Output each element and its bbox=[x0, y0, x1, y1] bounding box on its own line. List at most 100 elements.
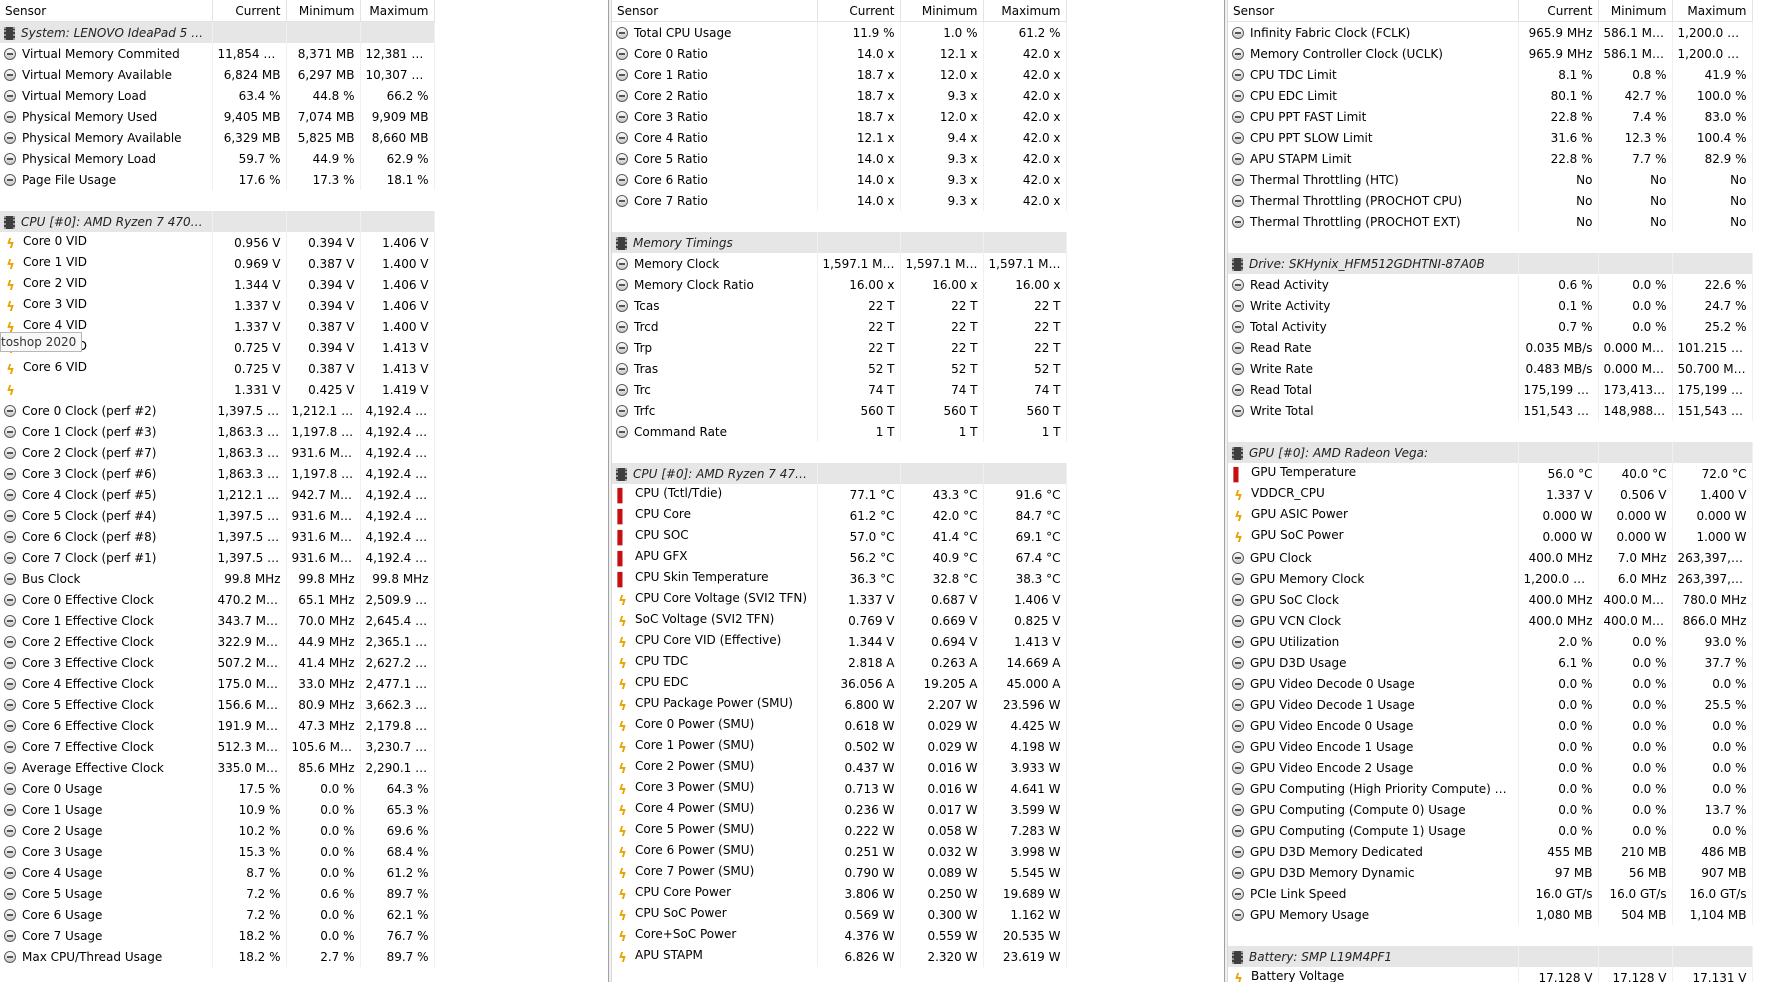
column-header-sensor[interactable]: Sensor bbox=[612, 0, 818, 22]
sensor-row[interactable]: Read Activity 0.6 % 0.0 % 22.6 % bbox=[1228, 274, 1753, 295]
group-header-row[interactable]: CPU [#0]: AMD Ryzen 7 4700U: Enhanced bbox=[612, 463, 1067, 484]
sensor-row[interactable]: Core 6 Ratio 14.0 x 9.3 x 42.0 x bbox=[612, 169, 1067, 190]
sensor-row[interactable]: Core 3 Clock (perf #6) 1,863.3 MHz 1,197.8… bbox=[0, 463, 435, 484]
sensor-row[interactable]: Thermal Throttling (PROCHOT CPU) No No No bbox=[1228, 190, 1753, 211]
sensor-row[interactable]: ϟ VDDCR_CPU 1.337 V 0.506 V 1.400 V bbox=[1228, 484, 1753, 505]
sensor-row[interactable]: APU STAPM Limit 22.8 % 7.7 % 82.9 % bbox=[1228, 148, 1753, 169]
sensor-row[interactable]: GPU Memory Usage 1,080 MB 504 MB 1,104 MB bbox=[1228, 904, 1753, 925]
sensor-row[interactable]: ▌ GPU Temperature 56.0 °C 40.0 °C 72.0 °C bbox=[1228, 463, 1753, 484]
sensor-row[interactable]: Virtual Memory Commited 11,854 MB 8,371 MB… bbox=[0, 43, 435, 64]
column-header-sensor[interactable]: Sensor bbox=[0, 0, 213, 22]
sensor-row[interactable]: CPU PPT FAST Limit 22.8 % 7.4 % 83.0 % bbox=[1228, 106, 1753, 127]
sensor-row[interactable]: ϟ CPU EDC 36.056 A 19.205 A 45.000 A bbox=[612, 673, 1067, 694]
sensor-row[interactable]: Core 0 Effective Clock 470.2 MHz 65.1 MHz 2… bbox=[0, 589, 435, 610]
sensor-row[interactable]: Core 4 Clock (perf #5) 1,212.1 MHz 942.7 M… bbox=[0, 484, 435, 505]
sensor-row[interactable]: Memory Clock 1,597.1 MHz 1,597.1 MHz 1,597.… bbox=[612, 253, 1067, 274]
sensor-row[interactable]: Infinity Fabric Clock (FCLK) 965.9 MHz 586… bbox=[1228, 21, 1753, 43]
group-header-row[interactable]: CPU [#0]: AMD Ryzen 7 4700U bbox=[0, 211, 435, 232]
sensor-row[interactable]: Core 5 Ratio 14.0 x 9.3 x 42.0 x bbox=[612, 148, 1067, 169]
sensor-row[interactable]: GPU Clock 400.0 MHz 7.0 MHz 263,397,3... bbox=[1228, 547, 1753, 568]
sensor-row[interactable]: Core 4 Effective Clock 175.0 MHz 33.0 MHz 2… bbox=[0, 673, 435, 694]
sensor-row[interactable]: ϟ Core 6 Power (SMU) 0.251 W 0.032 W 3.998 W bbox=[612, 841, 1067, 862]
sensor-row[interactable]: Core 6 Clock (perf #8) 1,397.5 MHz 931.6 M… bbox=[0, 526, 435, 547]
sensor-row[interactable]: ϟ GPU SoC Power 0.000 W 0.000 W 1.000 W bbox=[1228, 526, 1753, 547]
sensor-row[interactable]: ϟ Core 1 Power (SMU) 0.502 W 0.029 W 4.198 W bbox=[612, 736, 1067, 757]
column-header-minimum[interactable]: Minimum bbox=[900, 0, 984, 22]
column-header-maximum[interactable]: Maximum bbox=[983, 0, 1067, 22]
sensor-row[interactable]: PCIe Link Speed 16.0 GT/s 16.0 GT/s 16.0 GT… bbox=[1228, 883, 1753, 904]
sensor-row[interactable]: Core 3 Usage 15.3 % 0.0 % 68.4 % bbox=[0, 841, 435, 862]
sensor-row[interactable]: Memory Controller Clock (UCLK) 965.9 MHz 5… bbox=[1228, 43, 1753, 64]
sensor-row[interactable]: Core 1 Usage 10.9 % 0.0 % 65.3 % bbox=[0, 799, 435, 820]
sensor-row[interactable]: ϟ SoC Voltage (SVI2 TFN) 0.769 V 0.669 V 0.8… bbox=[612, 610, 1067, 631]
sensor-row[interactable]: ϟ Core 7 Power (SMU) 0.790 W 0.089 W 5.545 W bbox=[612, 862, 1067, 883]
sensor-row[interactable]: Physical Memory Available 6,329 MB 5,825 M… bbox=[0, 127, 435, 148]
sensor-row[interactable]: ϟ 1.331 V 0.425 V 1.419 V bbox=[0, 379, 435, 400]
sensor-row[interactable]: ϟ Core 2 VID 1.344 V 0.394 V 1.406 V bbox=[0, 274, 435, 295]
sensor-row[interactable]: Core 2 Usage 10.2 % 0.0 % 69.6 % bbox=[0, 820, 435, 841]
sensor-row[interactable]: ϟ Core+SoC Power 4.376 W 0.559 W 20.535 W bbox=[612, 925, 1067, 946]
sensor-row[interactable]: ϟ Core 0 VID 0.956 V 0.394 V 1.406 V bbox=[0, 232, 435, 253]
sensor-row[interactable]: Core 3 Effective Clock 507.2 MHz 41.4 MHz 2… bbox=[0, 652, 435, 673]
sensor-row[interactable]: Core 1 Ratio 18.7 x 12.0 x 42.0 x bbox=[612, 64, 1067, 85]
sensor-row[interactable]: GPU Video Encode 1 Usage 0.0 % 0.0 % 0.0 % bbox=[1228, 736, 1753, 757]
column-header-current[interactable]: Current bbox=[1518, 0, 1599, 22]
sensor-row[interactable]: Physical Memory Load 59.7 % 44.9 % 62.9 % bbox=[0, 148, 435, 169]
column-header-minimum[interactable]: Minimum bbox=[286, 0, 361, 22]
sensor-row[interactable]: ϟ Core 5 Power (SMU) 0.222 W 0.058 W 7.283 W bbox=[612, 820, 1067, 841]
sensor-row[interactable]: Physical Memory Used 9,405 MB 7,074 MB 9,90… bbox=[0, 106, 435, 127]
sensor-row[interactable]: Write Rate 0.483 MB/s 0.000 MB/s 50.700 MB/… bbox=[1228, 358, 1753, 379]
sensor-row[interactable]: GPU Computing (Compute 0) Usage 0.0 % 0.0 … bbox=[1228, 799, 1753, 820]
sensor-row[interactable]: Thermal Throttling (PROCHOT EXT) No No No bbox=[1228, 211, 1753, 232]
sensor-row[interactable]: ϟ Battery Voltage 17.128 V 17.128 V 17.131 V bbox=[1228, 967, 1753, 982]
sensor-row[interactable]: Command Rate 1 T1 T1 T bbox=[612, 421, 1067, 442]
sensor-row[interactable]: GPU Utilization 2.0 % 0.0 % 93.0 % bbox=[1228, 631, 1753, 652]
sensor-row[interactable]: GPU Video Encode 0 Usage 0.0 % 0.0 % 0.0 % bbox=[1228, 715, 1753, 736]
group-header-row[interactable]: Memory Timings bbox=[612, 232, 1067, 253]
sensor-row[interactable]: GPU Computing (Compute 1) Usage 0.0 % 0.0 … bbox=[1228, 820, 1753, 841]
sensor-row[interactable]: ▌ CPU Skin Temperature 36.3 °C 32.8 °C 38.3 … bbox=[612, 568, 1067, 589]
sensor-row[interactable]: Core 5 Clock (perf #4) 1,397.5 MHz 931.6 M… bbox=[0, 505, 435, 526]
sensor-row[interactable]: Bus Clock 99.8 MHz 99.8 MHz 99.8 MHz bbox=[0, 568, 435, 589]
sensor-row[interactable]: ϟ Core 4 Power (SMU) 0.236 W 0.017 W 3.599 W bbox=[612, 799, 1067, 820]
sensor-row[interactable]: Trfc 560 T 560 T 560 T bbox=[612, 400, 1067, 421]
sensor-row[interactable]: ϟ CPU TDC 2.818 A 0.263 A 14.669 A bbox=[612, 652, 1067, 673]
sensor-row[interactable]: Virtual Memory Load 63.4 % 44.8 % 66.2 % bbox=[0, 85, 435, 106]
sensor-row[interactable]: ϟ GPU ASIC Power 0.000 W 0.000 W 0.000 W bbox=[1228, 505, 1753, 526]
sensor-row[interactable]: CPU EDC Limit 80.1 % 42.7 % 100.0 % bbox=[1228, 85, 1753, 106]
sensor-row[interactable]: Read Rate 0.035 MB/s 0.000 MB/s 101.215 MB/… bbox=[1228, 337, 1753, 358]
sensor-row[interactable]: Tcas 22 T 22 T 22 T bbox=[612, 295, 1067, 316]
sensor-row[interactable]: Thermal Throttling (HTC) No No No bbox=[1228, 169, 1753, 190]
sensor-row[interactable]: ϟ CPU Core Voltage (SVI2 TFN) 1.337 V 0.687… bbox=[612, 589, 1067, 610]
sensor-row[interactable]: ϟ CPU Core Power 3.806 W 0.250 W 19.689 W bbox=[612, 883, 1067, 904]
sensor-row[interactable]: Core 2 Effective Clock 322.9 MHz 44.9 MHz 2… bbox=[0, 631, 435, 652]
sensor-row[interactable]: ▌ CPU SOC 57.0 °C 41.4 °C 69.1 °C bbox=[612, 526, 1067, 547]
sensor-row[interactable]: GPU SoC Clock 400.0 MHz 400.0 MHz 780.0 MHz bbox=[1228, 589, 1753, 610]
group-header-row[interactable]: Drive: SKHynix_HFM512GDHTNI-87A0B bbox=[1228, 253, 1753, 274]
sensor-row[interactable]: Core 7 Clock (perf #1) 1,397.5 MHz 931.6 M… bbox=[0, 547, 435, 568]
sensor-row[interactable]: Read Total 175,199 MB 173,413 MB 175,199 MB bbox=[1228, 379, 1753, 400]
sensor-row[interactable]: ▌ CPU (Tctl/Tdie) 77.1 °C 43.3 °C 91.6 °C bbox=[612, 484, 1067, 505]
column-header-maximum[interactable]: Maximum bbox=[360, 0, 435, 22]
sensor-row[interactable]: ϟ CPU Core VID (Effective) 1.344 V 0.694 V1… bbox=[612, 631, 1067, 652]
sensor-row[interactable]: GPU Video Decode 1 Usage 0.0 % 0.0 % 25.5 % bbox=[1228, 694, 1753, 715]
sensor-row[interactable]: Core 7 Usage 18.2 % 0.0 % 76.7 % bbox=[0, 925, 435, 946]
group-header-row[interactable]: GPU [#0]: AMD Radeon Vega: bbox=[1228, 442, 1753, 463]
sensor-row[interactable]: Total Activity 0.7 % 0.0 % 25.2 % bbox=[1228, 316, 1753, 337]
sensor-row[interactable]: Core 4 Usage 8.7 % 0.0 % 61.2 % bbox=[0, 862, 435, 883]
column-header-current[interactable]: Current bbox=[817, 0, 901, 22]
sensor-row[interactable]: GPU VCN Clock 400.0 MHz 400.0 MHz 866.0 MHz bbox=[1228, 610, 1753, 631]
sensor-row[interactable]: GPU Video Encode 2 Usage 0.0 % 0.0 % 0.0 % bbox=[1228, 757, 1753, 778]
sensor-row[interactable]: Average Effective Clock 335.0 MHz 85.6 MHz… bbox=[0, 757, 435, 778]
column-header-minimum[interactable]: Minimum bbox=[1598, 0, 1673, 22]
sensor-row[interactable]: ϟ CPU Package Power (SMU) 6.800 W 2.207 W 23… bbox=[612, 694, 1067, 715]
sensor-row[interactable]: Core 1 Clock (perf #3) 1,863.3 MHz 1,197.8… bbox=[0, 421, 435, 442]
sensor-row[interactable]: ϟ Core 3 Power (SMU) 0.713 W 0.016 W 4.641 W bbox=[612, 778, 1067, 799]
sensor-row[interactable]: Core 6 Effective Clock 191.9 MHz 47.3 MHz 2… bbox=[0, 715, 435, 736]
sensor-row[interactable]: Trp 22 T 22 T 22 T bbox=[612, 337, 1067, 358]
sensor-row[interactable]: ϟ Core 0 Power (SMU) 0.618 W 0.029 W 4.425 W bbox=[612, 715, 1067, 736]
sensor-row[interactable]: Core 7 Ratio 14.0 x 9.3 x 42.0 x bbox=[612, 190, 1067, 211]
sensor-row[interactable]: Trc 74 T 74 T 74 T bbox=[612, 379, 1067, 400]
sensor-row[interactable]: Page File Usage 17.6 % 17.3 % 18.1 % bbox=[0, 169, 435, 190]
column-header-sensor[interactable]: Sensor bbox=[1228, 0, 1519, 22]
